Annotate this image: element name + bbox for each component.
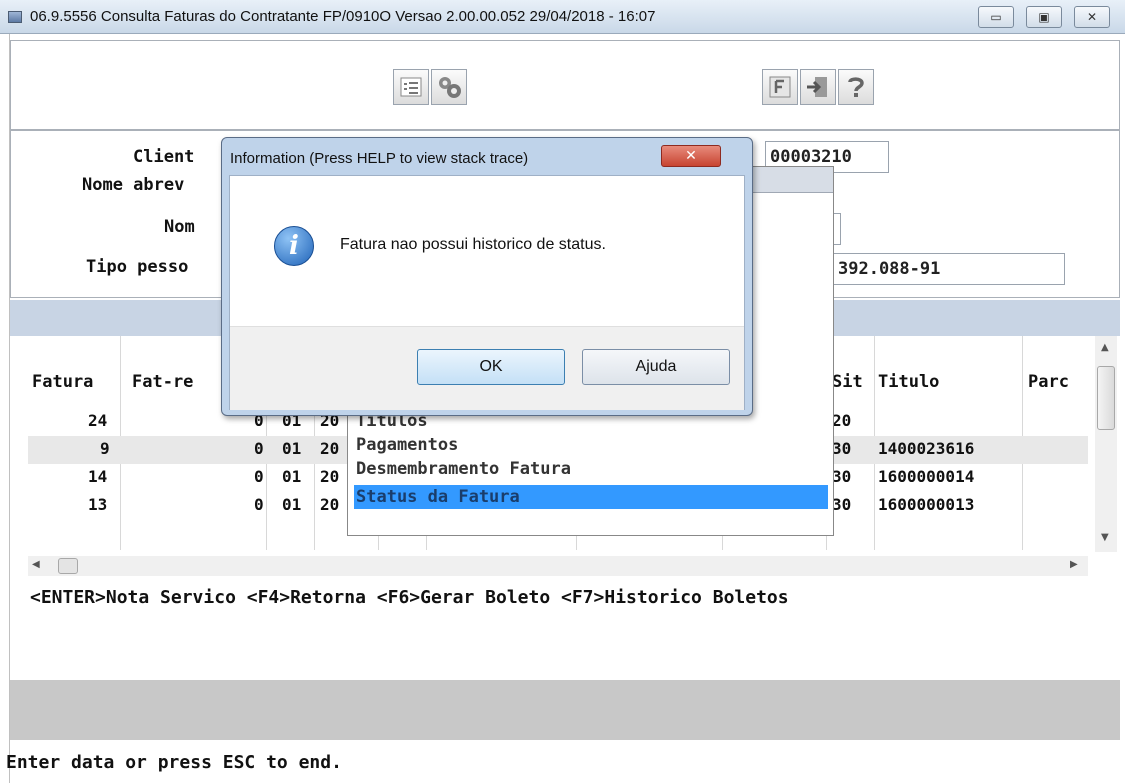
dialog-close-button[interactable]: ✕ (661, 145, 721, 167)
maximize-button[interactable]: ▣ (1026, 6, 1062, 28)
tipo-pessoa-label: Tipo pesso (86, 257, 189, 277)
dialog-body: i Fatura nao possui historico de status.… (229, 175, 745, 410)
nome-label: Nom (164, 217, 195, 237)
help-button[interactable]: Ajuda (582, 349, 730, 385)
minimize-button[interactable]: ▭ (978, 6, 1014, 28)
gears-icon[interactable] (431, 69, 467, 105)
menu-item-pagamentos[interactable]: Pagamentos (354, 433, 828, 457)
information-icon: i (274, 226, 314, 266)
hotkey-bar: <ENTER>Nota Servico <F4>Retorna <F6>Gera… (30, 587, 789, 608)
first-icon[interactable] (762, 69, 798, 105)
scroll-up-icon[interactable]: ▲ (1101, 342, 1109, 353)
col-parc[interactable]: Parc (1028, 372, 1069, 392)
col-sit[interactable]: Sit (832, 372, 863, 392)
nome-field[interactable] (833, 213, 841, 245)
col-fatura[interactable]: Fatura (32, 372, 93, 392)
h-scroll-thumb[interactable] (58, 558, 78, 574)
col-titulo[interactable]: Titulo (878, 372, 939, 392)
menu-item-desmembramento[interactable]: Desmembramento Fatura (354, 457, 828, 481)
exit-door-icon[interactable] (800, 69, 836, 105)
horizontal-scrollbar[interactable]: ◀ ▶ (28, 556, 1088, 576)
dialog-title: Information (Press HELP to view stack tr… (230, 150, 529, 167)
information-dialog: Information (Press HELP to view stack tr… (221, 137, 753, 416)
bottom-panel (10, 680, 1120, 740)
scroll-down-icon[interactable]: ▼ (1101, 532, 1109, 543)
help-icon[interactable] (838, 69, 874, 105)
nome-abrev-label: Nome abrev (82, 175, 185, 195)
menu-item-status-fatura[interactable]: Status da Fatura (354, 485, 828, 509)
client-label: Client (133, 147, 195, 167)
toolbar-panel (10, 40, 1120, 130)
left-border (0, 34, 10, 783)
ok-button[interactable]: OK (417, 349, 565, 385)
dialog-button-bar: OK Ajuda (230, 326, 744, 410)
vertical-scrollbar[interactable]: ▲ ▼ (1095, 336, 1117, 552)
document-field[interactable]: 392.088-91 (833, 253, 1065, 285)
app-icon (8, 11, 22, 23)
window-title: 06.9.5556 Consulta Faturas do Contratant… (30, 8, 656, 25)
col-fat-re[interactable]: Fat-re (132, 372, 193, 392)
dialog-message: Fatura nao possui historico de status. (340, 236, 606, 253)
title-bar: 06.9.5556 Consulta Faturas do Contratant… (0, 0, 1125, 34)
scroll-thumb[interactable] (1097, 366, 1115, 430)
scroll-left-icon[interactable]: ◀ (32, 559, 40, 570)
close-button[interactable]: ✕ (1074, 6, 1110, 28)
list-check-icon[interactable] (393, 69, 429, 105)
scroll-right-icon[interactable]: ▶ (1070, 559, 1078, 570)
status-line: Enter data or press ESC to end. (6, 752, 342, 773)
